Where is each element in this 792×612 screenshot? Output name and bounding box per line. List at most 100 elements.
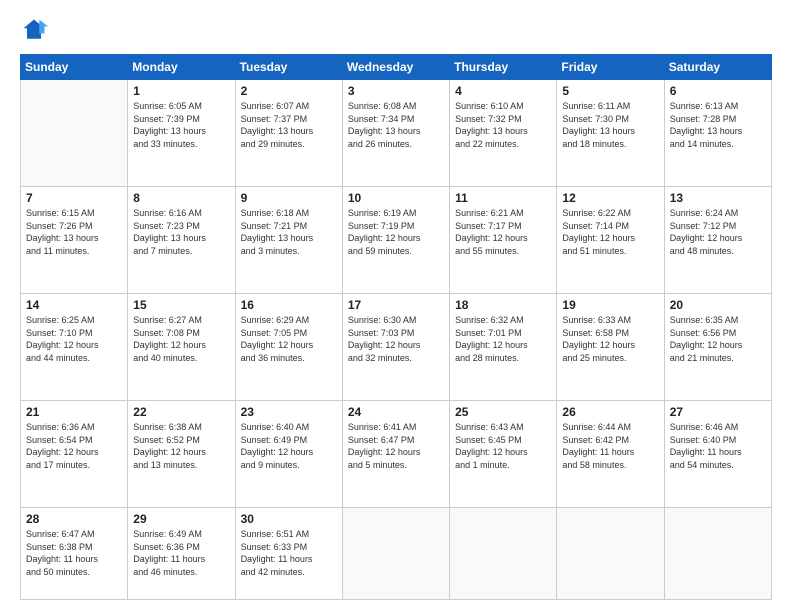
calendar-cell: 2 Sunrise: 6:07 AM Sunset: 7:37 PM Daylig… [235, 80, 342, 187]
weekday-header-thursday: Thursday [450, 55, 557, 80]
day-number: 23 [241, 405, 337, 419]
day-number: 11 [455, 191, 551, 205]
day-number: 2 [241, 84, 337, 98]
day-number: 19 [562, 298, 658, 312]
day-number: 22 [133, 405, 229, 419]
day-number: 12 [562, 191, 658, 205]
day-number: 25 [455, 405, 551, 419]
day-number: 1 [133, 84, 229, 98]
weekday-header-friday: Friday [557, 55, 664, 80]
day-info: Sunrise: 6:51 AM Sunset: 6:33 PM Dayligh… [241, 528, 337, 578]
day-number: 7 [26, 191, 122, 205]
day-number: 27 [670, 405, 766, 419]
calendar-cell: 16Sunrise: 6:29 AM Sunset: 7:05 PM Dayli… [235, 294, 342, 401]
calendar-cell: 24 Sunrise: 6:41 AM Sunset: 6:47 PM Dayli… [342, 401, 449, 508]
day-number: 21 [26, 405, 122, 419]
day-info: Sunrise: 6:29 AM Sunset: 7:05 PM Dayligh… [241, 314, 337, 364]
calendar-cell: 1 Sunrise: 6:05 AM Sunset: 7:39 PM Daylig… [128, 80, 235, 187]
calendar-cell: 12 Sunrise: 6:22 AM Sunset: 7:14 PM Dayli… [557, 187, 664, 294]
week-row-3: 14 Sunrise: 6:25 AM Sunset: 7:10 PM Dayli… [21, 294, 772, 401]
day-info: Sunrise: 6:22 AM Sunset: 7:14 PM Dayligh… [562, 207, 658, 257]
day-info: Sunrise: 6:27 AM Sunset: 7:08 PM Dayligh… [133, 314, 229, 364]
day-number: 15 [133, 298, 229, 312]
week-row-5: 28 Sunrise: 6:47 AM Sunset: 6:38 PM Dayli… [21, 508, 772, 600]
weekday-header-wednesday: Wednesday [342, 55, 449, 80]
week-row-1: 1 Sunrise: 6:05 AM Sunset: 7:39 PM Daylig… [21, 80, 772, 187]
calendar-cell: 17 Sunrise: 6:30 AM Sunset: 7:03 PM Dayli… [342, 294, 449, 401]
day-number: 18 [455, 298, 551, 312]
day-info: Sunrise: 6:25 AM Sunset: 7:10 PM Dayligh… [26, 314, 122, 364]
calendar-cell: 22 Sunrise: 6:38 AM Sunset: 6:52 PM Dayli… [128, 401, 235, 508]
calendar-cell: 20Sunrise: 6:35 AM Sunset: 6:56 PM Dayli… [664, 294, 771, 401]
day-info: Sunrise: 6:07 AM Sunset: 7:37 PM Dayligh… [241, 100, 337, 150]
calendar-cell: 14 Sunrise: 6:25 AM Sunset: 7:10 PM Dayli… [21, 294, 128, 401]
day-info: Sunrise: 6:05 AM Sunset: 7:39 PM Dayligh… [133, 100, 229, 150]
day-info: Sunrise: 6:19 AM Sunset: 7:19 PM Dayligh… [348, 207, 444, 257]
calendar-cell: 28 Sunrise: 6:47 AM Sunset: 6:38 PM Dayli… [21, 508, 128, 600]
day-info: Sunrise: 6:16 AM Sunset: 7:23 PM Dayligh… [133, 207, 229, 257]
day-number: 29 [133, 512, 229, 526]
day-info: Sunrise: 6:41 AM Sunset: 6:47 PM Dayligh… [348, 421, 444, 471]
calendar-cell: 30Sunrise: 6:51 AM Sunset: 6:33 PM Dayli… [235, 508, 342, 600]
day-number: 10 [348, 191, 444, 205]
weekday-header-monday: Monday [128, 55, 235, 80]
week-row-2: 7 Sunrise: 6:15 AM Sunset: 7:26 PM Daylig… [21, 187, 772, 294]
calendar-cell: 7 Sunrise: 6:15 AM Sunset: 7:26 PM Daylig… [21, 187, 128, 294]
calendar-cell: 11 Sunrise: 6:21 AM Sunset: 7:17 PM Dayli… [450, 187, 557, 294]
calendar-cell: 19Sunrise: 6:33 AM Sunset: 6:58 PM Dayli… [557, 294, 664, 401]
day-number: 9 [241, 191, 337, 205]
calendar-cell: 15 Sunrise: 6:27 AM Sunset: 7:08 PM Dayli… [128, 294, 235, 401]
day-info: Sunrise: 6:32 AM Sunset: 7:01 PM Dayligh… [455, 314, 551, 364]
calendar-cell: 9 Sunrise: 6:18 AM Sunset: 7:21 PM Daylig… [235, 187, 342, 294]
day-info: Sunrise: 6:08 AM Sunset: 7:34 PM Dayligh… [348, 100, 444, 150]
day-number: 4 [455, 84, 551, 98]
weekday-header-saturday: Saturday [664, 55, 771, 80]
logo [20, 16, 52, 44]
day-info: Sunrise: 6:15 AM Sunset: 7:26 PM Dayligh… [26, 207, 122, 257]
calendar-cell: 4 Sunrise: 6:10 AM Sunset: 7:32 PM Daylig… [450, 80, 557, 187]
day-info: Sunrise: 6:43 AM Sunset: 6:45 PM Dayligh… [455, 421, 551, 471]
calendar-cell: 5 Sunrise: 6:11 AM Sunset: 7:30 PM Daylig… [557, 80, 664, 187]
day-info: Sunrise: 6:38 AM Sunset: 6:52 PM Dayligh… [133, 421, 229, 471]
day-info: Sunrise: 6:49 AM Sunset: 6:36 PM Dayligh… [133, 528, 229, 578]
calendar-cell: 8Sunrise: 6:16 AM Sunset: 7:23 PM Daylig… [128, 187, 235, 294]
calendar-cell [21, 80, 128, 187]
calendar-cell: 10 Sunrise: 6:19 AM Sunset: 7:19 PM Dayli… [342, 187, 449, 294]
day-info: Sunrise: 6:18 AM Sunset: 7:21 PM Dayligh… [241, 207, 337, 257]
day-info: Sunrise: 6:36 AM Sunset: 6:54 PM Dayligh… [26, 421, 122, 471]
day-number: 26 [562, 405, 658, 419]
day-number: 17 [348, 298, 444, 312]
calendar-cell [450, 508, 557, 600]
week-row-4: 21 Sunrise: 6:36 AM Sunset: 6:54 PM Dayli… [21, 401, 772, 508]
day-number: 24 [348, 405, 444, 419]
day-info: Sunrise: 6:30 AM Sunset: 7:03 PM Dayligh… [348, 314, 444, 364]
day-number: 3 [348, 84, 444, 98]
calendar-cell: 3 Sunrise: 6:08 AM Sunset: 7:34 PM Daylig… [342, 80, 449, 187]
day-info: Sunrise: 6:46 AM Sunset: 6:40 PM Dayligh… [670, 421, 766, 471]
day-number: 20 [670, 298, 766, 312]
calendar-cell: 29 Sunrise: 6:49 AM Sunset: 6:36 PM Dayli… [128, 508, 235, 600]
day-number: 5 [562, 84, 658, 98]
day-info: Sunrise: 6:13 AM Sunset: 7:28 PM Dayligh… [670, 100, 766, 150]
day-number: 6 [670, 84, 766, 98]
calendar-cell: 21 Sunrise: 6:36 AM Sunset: 6:54 PM Dayli… [21, 401, 128, 508]
day-number: 14 [26, 298, 122, 312]
weekday-header-tuesday: Tuesday [235, 55, 342, 80]
day-info: Sunrise: 6:21 AM Sunset: 7:17 PM Dayligh… [455, 207, 551, 257]
calendar-cell: 6 Sunrise: 6:13 AM Sunset: 7:28 PM Daylig… [664, 80, 771, 187]
weekday-header-sunday: Sunday [21, 55, 128, 80]
header [20, 16, 772, 44]
day-info: Sunrise: 6:10 AM Sunset: 7:32 PM Dayligh… [455, 100, 551, 150]
calendar-cell [342, 508, 449, 600]
weekday-header-row: SundayMondayTuesdayWednesdayThursdayFrid… [21, 55, 772, 80]
calendar-cell [664, 508, 771, 600]
calendar-cell: 13Sunrise: 6:24 AM Sunset: 7:12 PM Dayli… [664, 187, 771, 294]
day-number: 28 [26, 512, 122, 526]
day-info: Sunrise: 6:11 AM Sunset: 7:30 PM Dayligh… [562, 100, 658, 150]
day-info: Sunrise: 6:44 AM Sunset: 6:42 PM Dayligh… [562, 421, 658, 471]
calendar-cell: 23Sunrise: 6:40 AM Sunset: 6:49 PM Dayli… [235, 401, 342, 508]
calendar-cell [557, 508, 664, 600]
calendar-cell: 26 Sunrise: 6:44 AM Sunset: 6:42 PM Dayli… [557, 401, 664, 508]
day-info: Sunrise: 6:47 AM Sunset: 6:38 PM Dayligh… [26, 528, 122, 578]
calendar-cell: 27 Sunrise: 6:46 AM Sunset: 6:40 PM Dayli… [664, 401, 771, 508]
